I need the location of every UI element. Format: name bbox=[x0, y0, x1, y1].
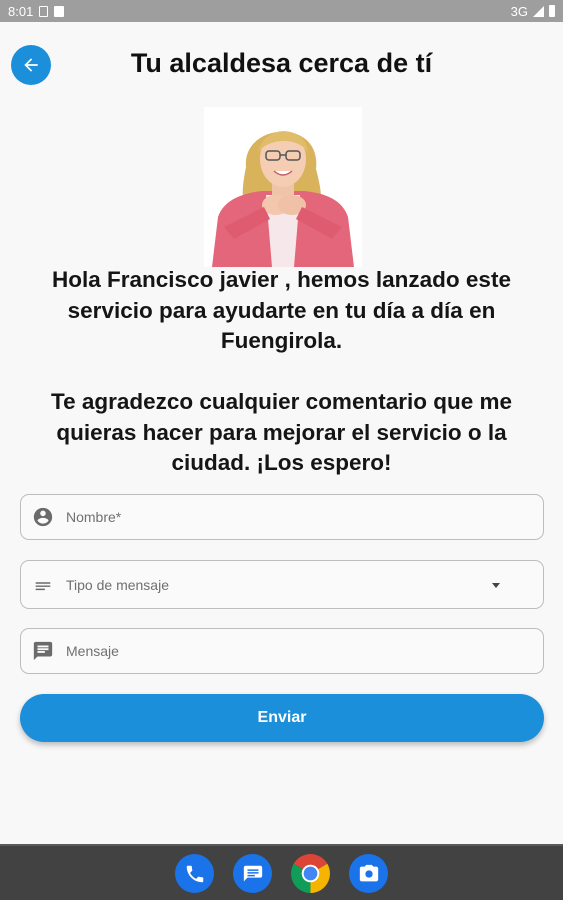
dock-phone-app[interactable] bbox=[175, 854, 214, 893]
mayor-photo bbox=[204, 107, 362, 267]
name-placeholder: Nombre* bbox=[66, 509, 122, 525]
messages-icon bbox=[243, 865, 262, 881]
intro-paragraph-greeting: Hola Francisco javier , hemos lanzado es… bbox=[52, 267, 511, 353]
battery-icon bbox=[549, 5, 555, 17]
chrome-icon bbox=[291, 854, 330, 893]
page-title: Tu alcaldesa cerca de tí bbox=[130, 48, 433, 78]
message-type-placeholder: Tipo de mensaje bbox=[66, 576, 169, 593]
status-bar: 8:01 3G bbox=[0, 0, 563, 22]
status-time: 8:01 bbox=[8, 3, 34, 19]
account-circle-icon bbox=[33, 507, 53, 527]
dropdown-arrow-icon[interactable] bbox=[492, 582, 500, 588]
dock-messages-app[interactable] bbox=[233, 854, 272, 893]
phone-icon bbox=[186, 865, 203, 882]
status-right: 3G bbox=[511, 4, 555, 19]
message-type-select[interactable]: Tipo de mensaje bbox=[20, 560, 544, 609]
message-icon bbox=[33, 641, 53, 661]
camera-icon bbox=[359, 864, 378, 881]
short-text-icon bbox=[35, 581, 51, 590]
dock-chrome-app[interactable] bbox=[291, 854, 330, 893]
network-type: 3G bbox=[510, 3, 528, 19]
sd-card-icon bbox=[54, 5, 65, 17]
message-placeholder: Mensaje bbox=[66, 643, 119, 659]
status-left: 8:01 bbox=[8, 3, 65, 19]
message-field[interactable]: Mensaje bbox=[20, 628, 544, 674]
intro-paragraph-request: Te agradezco cualquier comentario que me… bbox=[51, 389, 512, 475]
app-dock bbox=[0, 844, 563, 900]
send-button[interactable]: Enviar bbox=[20, 694, 544, 742]
dock-camera-app[interactable] bbox=[349, 854, 388, 893]
mayor-portrait-image bbox=[204, 107, 362, 267]
sim-card-icon bbox=[39, 5, 49, 17]
signal-icon bbox=[533, 5, 544, 17]
name-field[interactable]: Nombre* bbox=[20, 494, 544, 540]
